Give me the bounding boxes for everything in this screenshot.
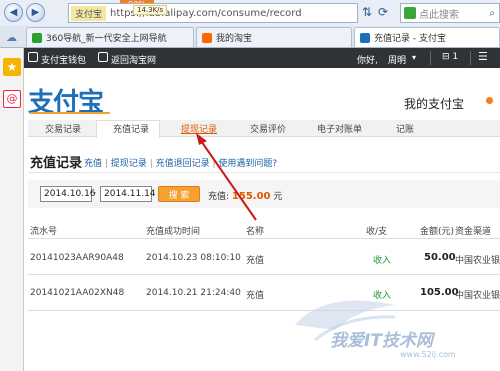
watermark-url: www.52ij.com bbox=[400, 350, 456, 359]
watermark-text: 我爱IT技术网 bbox=[330, 331, 433, 351]
